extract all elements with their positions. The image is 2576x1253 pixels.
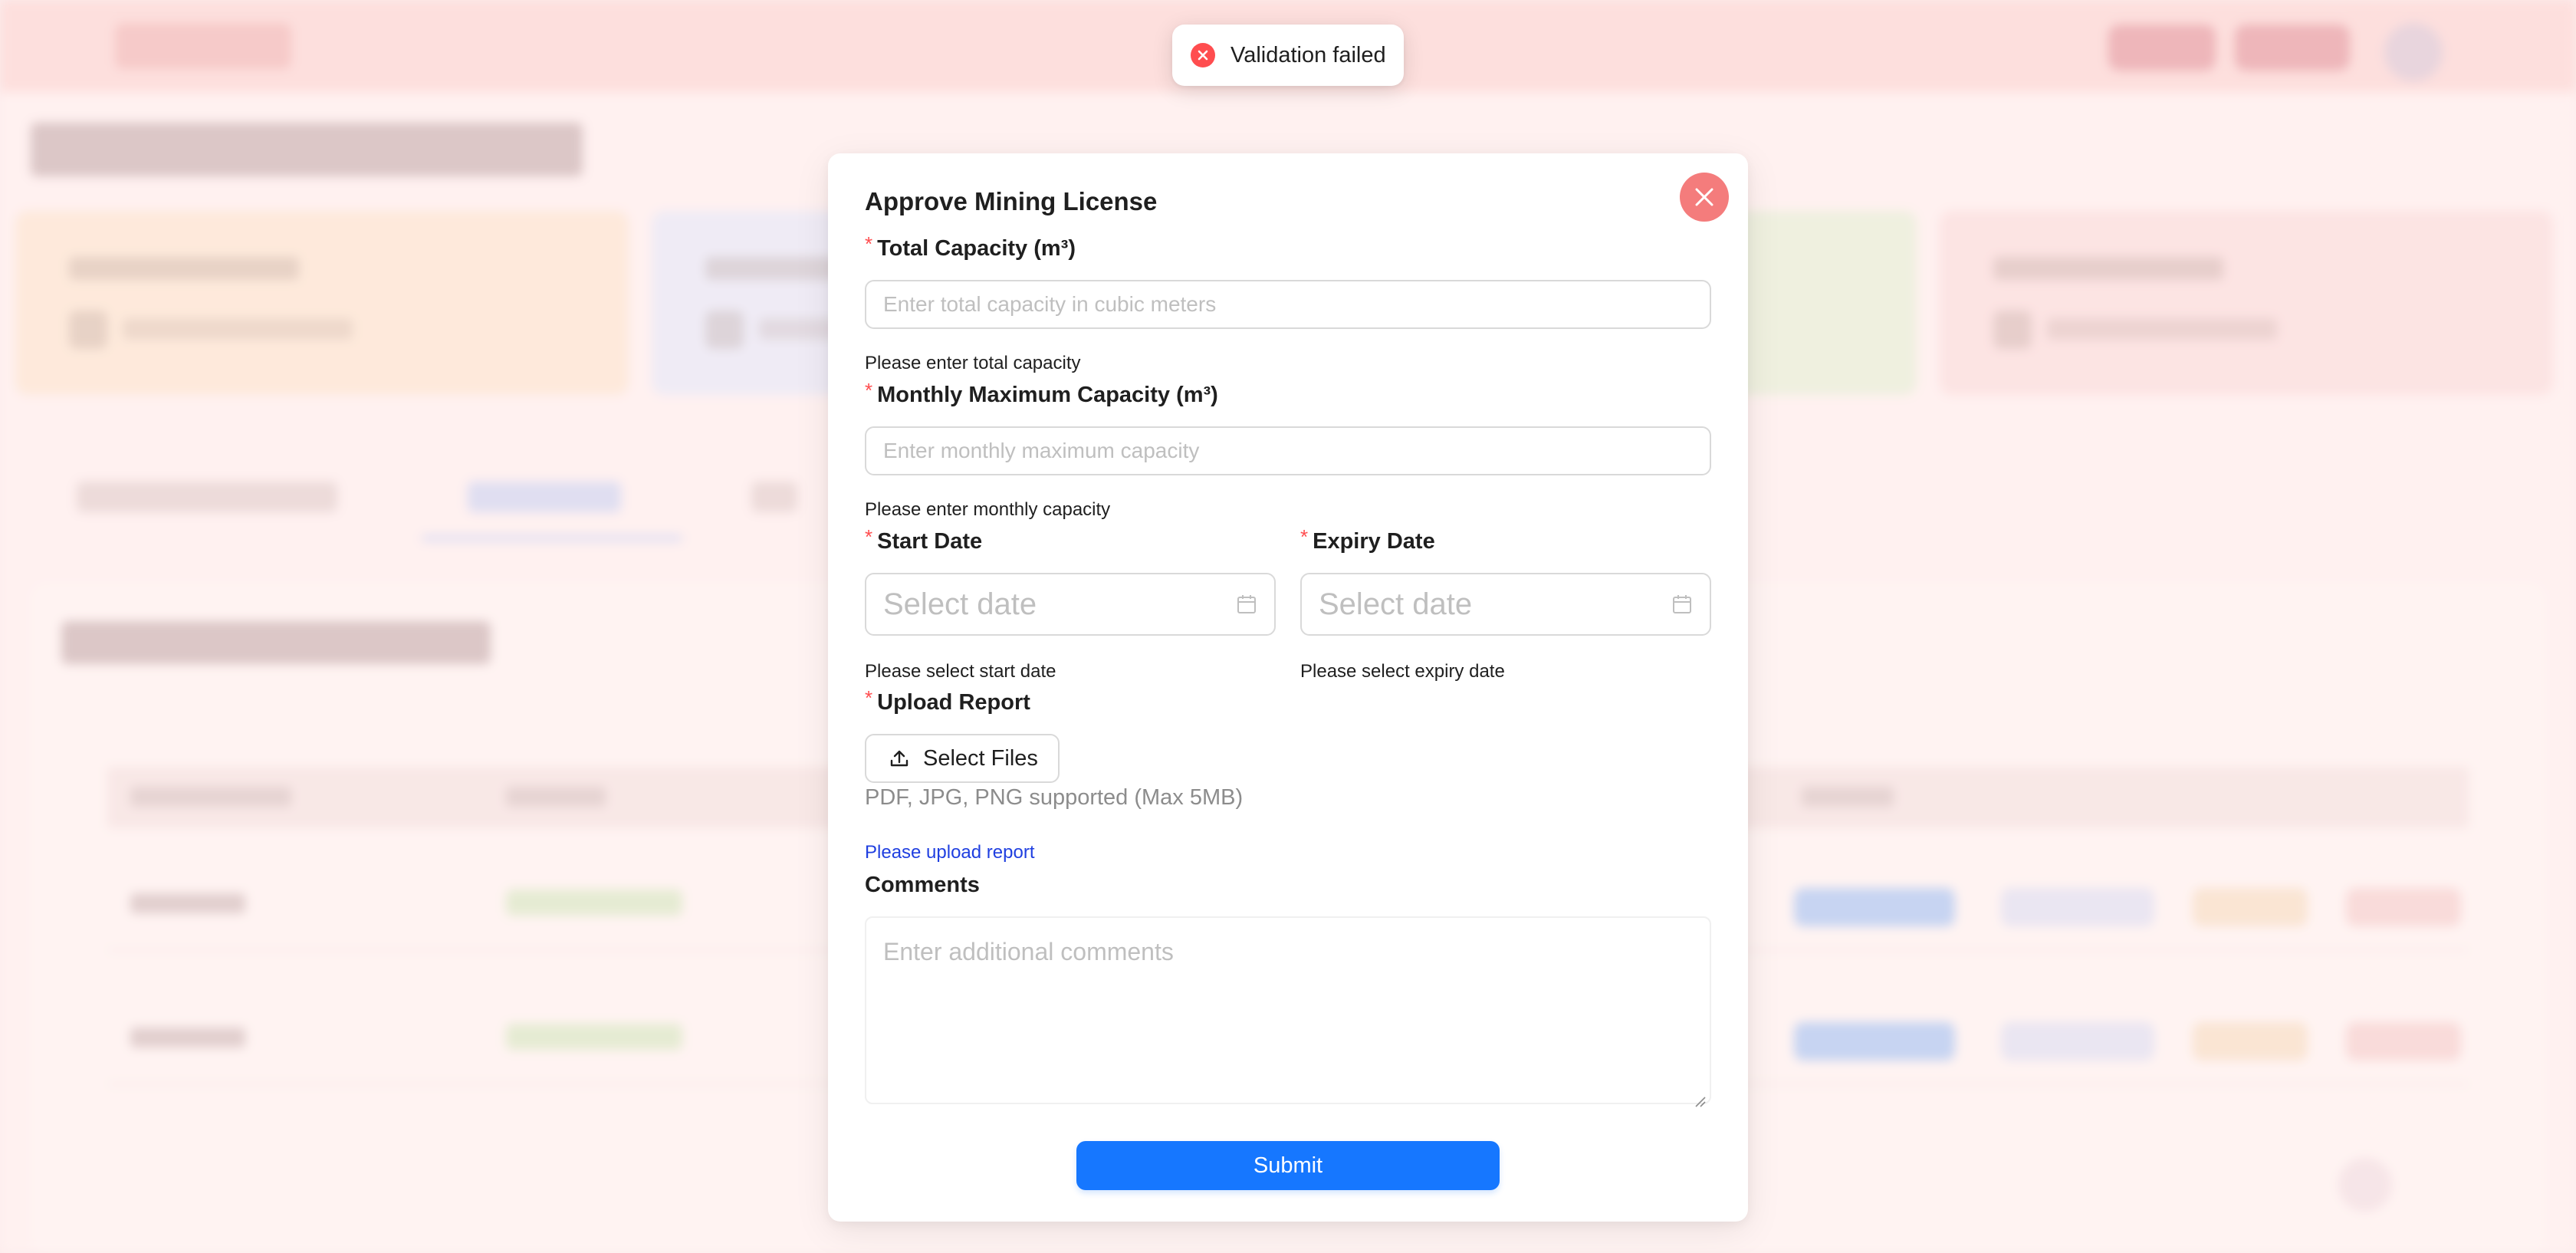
submit-button[interactable]: Submit	[1076, 1141, 1500, 1190]
start-date-label: * Start Date	[865, 525, 983, 554]
required-mark: *	[1300, 525, 1309, 548]
monthly-capacity-input[interactable]: Enter monthly maximum capacity	[865, 426, 1711, 475]
approve-license-modal: Approve Mining License * Total Capacity …	[828, 153, 1748, 1222]
calendar-icon	[1236, 594, 1257, 615]
required-mark: *	[865, 232, 873, 255]
modal-title: Approve Mining License	[865, 187, 1158, 215]
start-date-picker[interactable]: Select date	[865, 573, 1276, 636]
monthly-capacity-label-text: Monthly Maximum Capacity (m³)	[877, 383, 1218, 407]
select-files-button[interactable]: Select Files	[865, 734, 1060, 783]
resize-handle-icon[interactable]	[1693, 1086, 1707, 1107]
monthly-capacity-placeholder: Enter monthly maximum capacity	[883, 439, 1200, 462]
total-capacity-label-text: Total Capacity (m³)	[877, 236, 1076, 261]
close-icon	[1694, 187, 1714, 207]
total-capacity-error: Please enter total capacity	[865, 353, 1081, 373]
required-mark: *	[865, 686, 873, 709]
toast-message: Validation failed	[1230, 42, 1386, 67]
upload-icon	[889, 748, 909, 768]
select-files-label: Select Files	[923, 745, 1038, 771]
expiry-date-placeholder: Select date	[1319, 587, 1473, 621]
validation-toast: Validation failed	[1172, 25, 1404, 86]
required-mark: *	[865, 525, 873, 548]
total-capacity-label: * Total Capacity (m³)	[865, 232, 1076, 261]
comments-placeholder: Enter additional comments	[883, 938, 1174, 965]
expiry-date-error: Please select expiry date	[1300, 661, 1505, 682]
expiry-date-label: * Expiry Date	[1300, 525, 1435, 554]
calendar-icon	[1671, 594, 1693, 615]
expiry-date-label-text: Expiry Date	[1313, 529, 1435, 554]
total-capacity-placeholder: Enter total capacity in cubic meters	[883, 292, 1217, 316]
upload-report-label-text: Upload Report	[877, 690, 1030, 715]
comments-label: Comments	[865, 873, 980, 898]
comments-textarea[interactable]: Enter additional comments	[865, 916, 1711, 1107]
error-circle-icon	[1191, 43, 1215, 67]
upload-hint: PDF, JPG, PNG supported (Max 5MB)	[865, 785, 1244, 810]
start-date-label-text: Start Date	[877, 529, 983, 554]
upload-report-label: * Upload Report	[865, 686, 1030, 715]
close-button[interactable]	[1680, 173, 1729, 222]
expiry-date-picker[interactable]: Select date	[1300, 573, 1711, 636]
total-capacity-input[interactable]: Enter total capacity in cubic meters	[865, 280, 1711, 329]
comments-label-text: Comments	[865, 873, 980, 897]
start-date-placeholder: Select date	[883, 587, 1037, 621]
upload-report-error: Please upload report	[865, 842, 1035, 863]
monthly-capacity-label: * Monthly Maximum Capacity (m³)	[865, 379, 1218, 408]
monthly-capacity-error: Please enter monthly capacity	[865, 499, 1111, 520]
start-date-error: Please select start date	[865, 661, 1056, 682]
required-mark: *	[865, 379, 873, 402]
